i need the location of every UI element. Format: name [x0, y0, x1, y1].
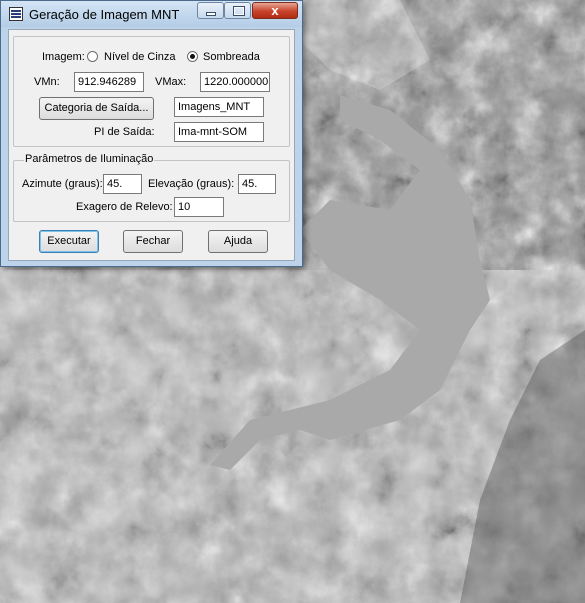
- window-title: Geração de Imagem MNT: [29, 7, 180, 22]
- close-glyph: x: [271, 3, 279, 18]
- title-bar[interactable]: Geração de Imagem MNT x: [1, 1, 302, 27]
- close-button[interactable]: Fechar: [123, 230, 183, 253]
- close-icon[interactable]: x: [252, 2, 298, 19]
- exaggeration-label: Exagero de Relevo:: [76, 201, 173, 213]
- lighting-caption: Parâmetros de Iluminação: [24, 153, 155, 165]
- category-field[interactable]: Imagens_MNT: [174, 97, 264, 117]
- radio-sombreada[interactable]: [187, 51, 198, 62]
- pi-field[interactable]: Ima-mnt-SOM: [174, 122, 264, 142]
- image-params-group: Imagem: Nível de Cinza Sombreada VMn: 91…: [13, 36, 290, 147]
- azimuth-field[interactable]: 45.: [103, 174, 142, 194]
- vmax-label: VMax:: [155, 76, 187, 88]
- image-label: Imagem:: [42, 51, 85, 63]
- maximize-icon[interactable]: [224, 2, 251, 19]
- help-button[interactable]: Ajuda: [208, 230, 268, 253]
- vmax-field[interactable]: 1220.000000: [200, 72, 270, 92]
- mnt-image-dialog: Geração de Imagem MNT x Imagem: Nível de…: [0, 0, 303, 267]
- execute-button[interactable]: Executar: [39, 230, 99, 253]
- radio-sombreada-label[interactable]: Sombreada: [203, 50, 260, 64]
- elevation-field[interactable]: 45.: [238, 174, 276, 194]
- radio-nivel-cinza[interactable]: [87, 51, 98, 62]
- minimize-icon[interactable]: [197, 2, 224, 19]
- lighting-group: Parâmetros de Iluminação Azimute (graus)…: [13, 153, 290, 222]
- vmin-label: VMn:: [34, 76, 60, 88]
- exaggeration-field[interactable]: 10: [174, 197, 224, 217]
- elevation-label: Elevação (graus):: [148, 178, 235, 190]
- pi-label: PI de Saída:: [94, 126, 155, 138]
- dialog-client: Imagem: Nível de Cinza Sombreada VMn: 91…: [8, 29, 295, 261]
- azimuth-label: Azimute (graus):: [22, 178, 103, 190]
- category-button[interactable]: Categoria de Saída...: [39, 97, 154, 120]
- vmin-field[interactable]: 912.946289: [74, 72, 144, 92]
- radio-nivel-cinza-label[interactable]: Nível de Cinza: [104, 50, 176, 64]
- app-icon: [9, 7, 23, 21]
